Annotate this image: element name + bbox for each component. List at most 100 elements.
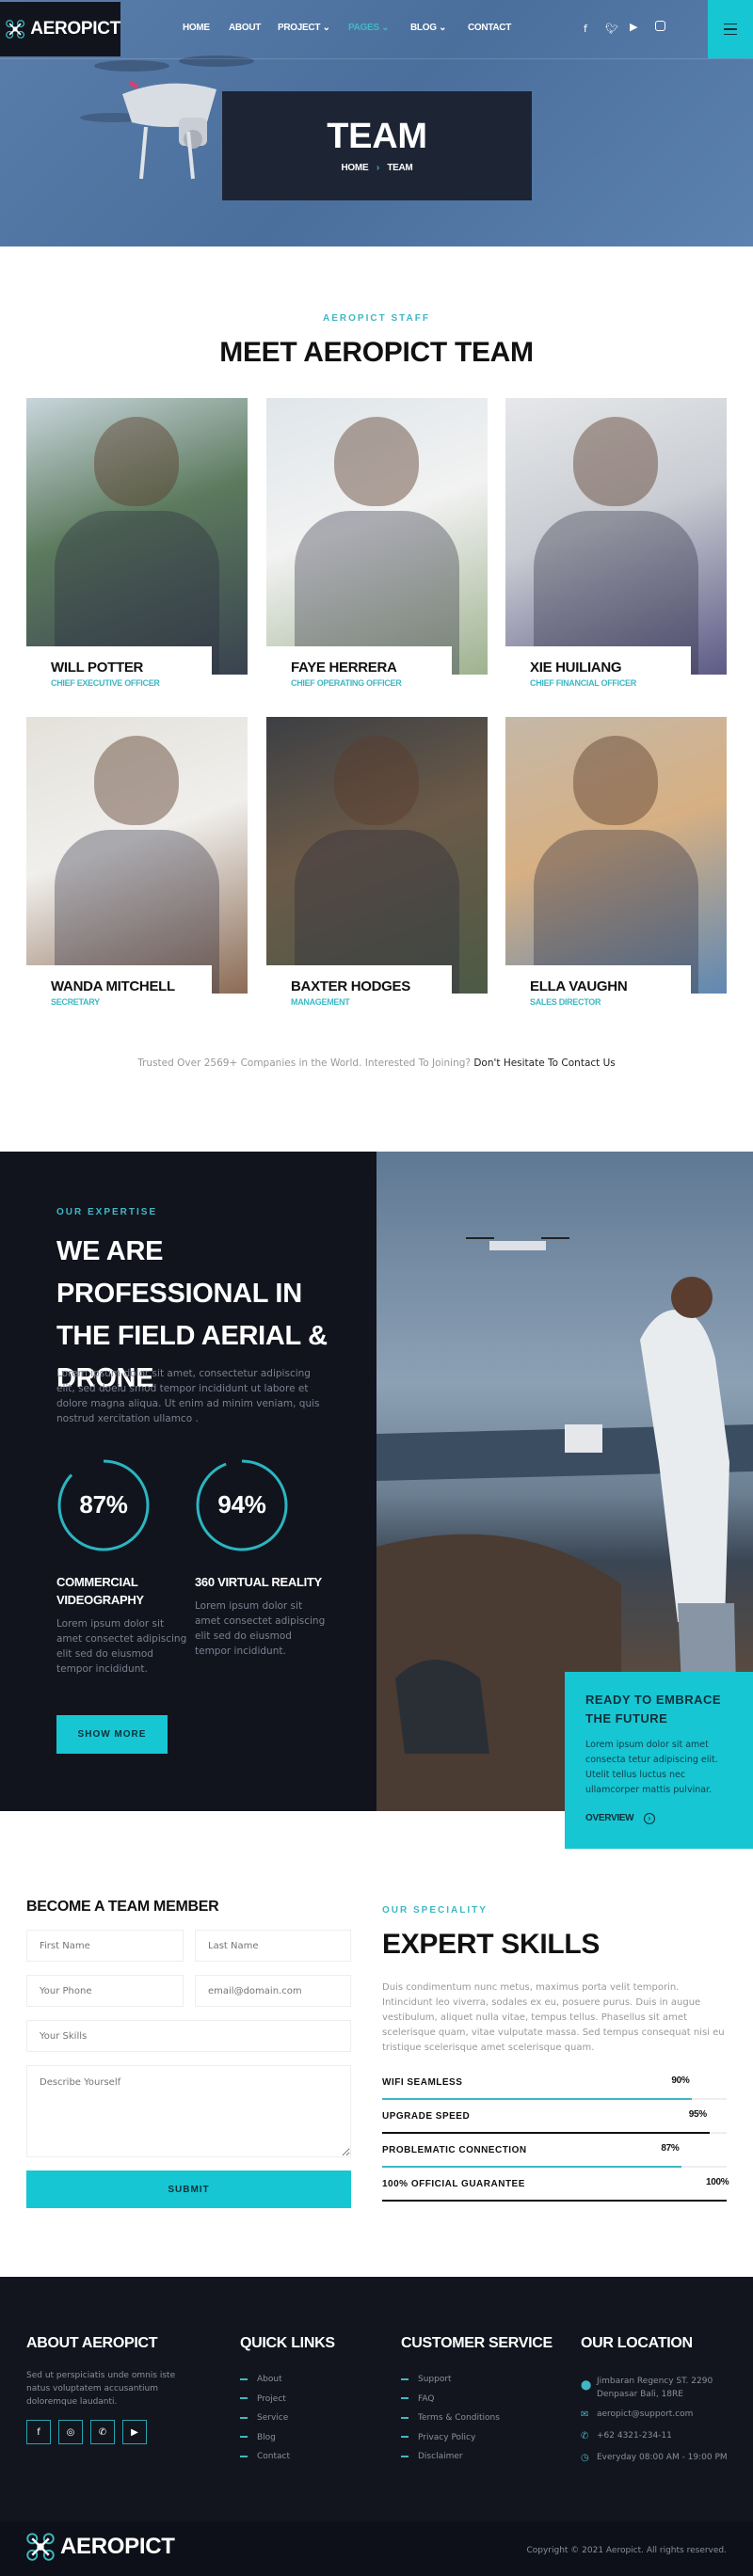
last-name-input[interactable]	[195, 1930, 351, 1962]
chevron-right-icon: ›	[376, 163, 379, 173]
chevron-down-icon: ⌄	[439, 23, 447, 33]
person-silhouette	[94, 736, 179, 825]
show-more-button[interactable]: SHOW MORE	[56, 1715, 168, 1754]
skills-input[interactable]	[26, 2020, 351, 2052]
youtube-icon[interactable]: ▶	[630, 21, 637, 33]
footer-logo[interactable]: AEROPICT	[26, 2533, 175, 2561]
footer-link[interactable]: Contact	[240, 2452, 290, 2461]
nav-project[interactable]: PROJECT ⌄	[278, 23, 330, 33]
phone-input[interactable]	[26, 1975, 184, 2007]
team-card[interactable]: WILL POTTER CHIEF EXECUTIVE OFFICER	[26, 398, 248, 705]
team-card[interactable]: XIE HUILIANG CHIEF FINANCIAL OFFICER	[505, 398, 727, 705]
person-silhouette	[573, 736, 658, 825]
copyright: Copyright © 2021 Aeropict. All rights re…	[526, 2546, 727, 2555]
footer-link[interactable]: About	[240, 2375, 282, 2384]
member-name-box: ELLA VAUGHN SALES DIRECTOR	[505, 965, 691, 1024]
twitter-icon[interactable]: 🐦︎	[605, 23, 618, 35]
footer-service-title: CUSTOMER SERVICE	[401, 2335, 553, 2351]
hamburger-icon	[724, 23, 737, 25]
member-role: CHIEF EXECUTIVE OFFICER	[51, 678, 160, 688]
facebook-icon[interactable]: f	[584, 23, 587, 35]
facebook-icon[interactable]: f	[26, 2420, 51, 2444]
contact-link[interactable]: Don't Hesitate To Contact Us	[473, 1057, 615, 1069]
skill-bar: PROBLEMATIC CONNECTION 87%	[382, 2143, 727, 2170]
nav-pages[interactable]: PAGES ⌄	[348, 23, 390, 33]
email-input[interactable]	[195, 1975, 351, 2007]
footer-link[interactable]: Project	[240, 2394, 286, 2404]
skill-fill	[382, 2200, 727, 2202]
phone[interactable]: +62 4321-234-11	[581, 2431, 750, 2441]
footer-link[interactable]: Terms & Conditions	[401, 2413, 500, 2423]
team-card[interactable]: FAYE HERRERA CHIEF OPERATING OFFICER	[266, 398, 488, 705]
arrow-right-circle-icon: ›	[643, 1813, 655, 1824]
member-role: SALES DIRECTOR	[530, 997, 601, 1007]
member-name: WILL POTTER	[51, 660, 144, 676]
skills-title: EXPERT SKILLS	[382, 1929, 601, 1960]
team-card[interactable]: BAXTER HODGES MANAGEMENT	[266, 717, 488, 1024]
whatsapp-icon[interactable]: ✆	[90, 2420, 115, 2444]
skill-bar: UPGRADE SPEED 95%	[382, 2109, 727, 2136]
footer-link[interactable]: Service	[240, 2413, 288, 2423]
footer-link[interactable]: Support	[401, 2375, 452, 2384]
stat-text: Lorem ipsum dolor sit amet consectet adi…	[56, 1618, 187, 1675]
nav-home[interactable]: HOME	[183, 23, 210, 33]
footer-link[interactable]: Disclaimer	[401, 2452, 463, 2461]
stat-percent: 87%	[79, 1490, 128, 1519]
skill-bar: WIFI SEAMLESS 90%	[382, 2075, 727, 2102]
cta-title: READY TO EMBRACE THE FUTURE	[585, 1693, 722, 1725]
skills-text: Duis condimentum nunc metus, maximus por…	[382, 1982, 725, 2053]
person-silhouette	[334, 417, 419, 506]
menu-button[interactable]	[708, 0, 753, 58]
instagram-icon[interactable]: ◎	[58, 2420, 83, 2444]
logo[interactable]: AEROPICT	[0, 2, 120, 56]
nav-blog[interactable]: BLOG ⌄	[410, 23, 447, 33]
team-card[interactable]: ELLA VAUGHN SALES DIRECTOR	[505, 717, 727, 1024]
team-title: MEET AEROPICT TEAM	[219, 337, 534, 368]
dash-icon	[240, 2397, 248, 2399]
dash-icon	[401, 2455, 409, 2457]
breadcrumb: HOME › TEAM	[222, 163, 532, 173]
drone-logo-icon	[6, 20, 25, 39]
hours: Everyday 08:00 AM - 19:00 PM	[597, 2453, 728, 2462]
form-title: BECOME A TEAM MEMBER	[26, 1899, 219, 1915]
member-role: SECRETARY	[51, 997, 100, 1007]
skill-bar: 100% OFFICIAL GUARANTEE 100%	[382, 2177, 729, 2203]
describe-textarea[interactable]	[26, 2065, 351, 2157]
skill-label: 100% OFFICIAL GUARANTEE	[382, 2179, 525, 2189]
email[interactable]: aeropict@support.com	[581, 2409, 750, 2419]
instagram-icon[interactable]	[655, 21, 665, 31]
skill-fill	[382, 2166, 682, 2168]
cta-box: READY TO EMBRACE THE FUTURE Lorem ipsum …	[565, 1672, 753, 1849]
stat-title: COMMERCIAL VIDEOGRAPHY	[56, 1575, 144, 1607]
footer-link[interactable]: Blog	[240, 2433, 276, 2442]
skills-eyebrow: OUR SPECIALITY	[382, 1905, 488, 1916]
skill-track	[382, 2166, 727, 2168]
youtube-icon[interactable]: ▶	[122, 2420, 147, 2444]
member-name: WANDA MITCHELL	[51, 978, 175, 994]
dash-icon	[401, 2416, 409, 2419]
footer-link[interactable]: Privacy Policy	[401, 2433, 475, 2442]
skill-track	[382, 2132, 727, 2134]
member-name: BAXTER HODGES	[291, 978, 410, 994]
nav-about[interactable]: ABOUT	[229, 23, 261, 33]
member-name-box: XIE HUILIANG CHIEF FINANCIAL OFFICER	[505, 646, 691, 705]
nav-contact[interactable]: CONTACT	[468, 23, 511, 33]
chevron-down-icon: ⌄	[322, 23, 330, 33]
team-card[interactable]: WANDA MITCHELL SECRETARY	[26, 717, 248, 1024]
nav-divider	[0, 58, 753, 59]
member-role: CHIEF FINANCIAL OFFICER	[530, 678, 636, 688]
first-name-input[interactable]	[26, 1930, 184, 1962]
footer-about-title: ABOUT AEROPICT	[26, 2335, 158, 2351]
breadcrumb-home[interactable]: HOME	[342, 163, 369, 173]
dash-icon	[240, 2416, 248, 2419]
footer-link[interactable]: FAQ	[401, 2394, 434, 2404]
skill-percent: 90%	[671, 2075, 690, 2086]
submit-button[interactable]: SUBMIT	[26, 2171, 351, 2208]
skill-percent: 87%	[661, 2143, 680, 2154]
footer-social: f ◎ ✆ ▶	[26, 2420, 147, 2444]
skill-label: UPGRADE SPEED	[382, 2111, 471, 2122]
overview-link[interactable]: OVERVIEW ›	[585, 1813, 753, 1824]
stat-block: 94% 360 VIRTUAL REALITY Lorem ipsum dolor …	[195, 1458, 327, 1659]
member-role: CHIEF OPERATING OFFICER	[291, 678, 402, 688]
member-role: MANAGEMENT	[291, 997, 350, 1007]
